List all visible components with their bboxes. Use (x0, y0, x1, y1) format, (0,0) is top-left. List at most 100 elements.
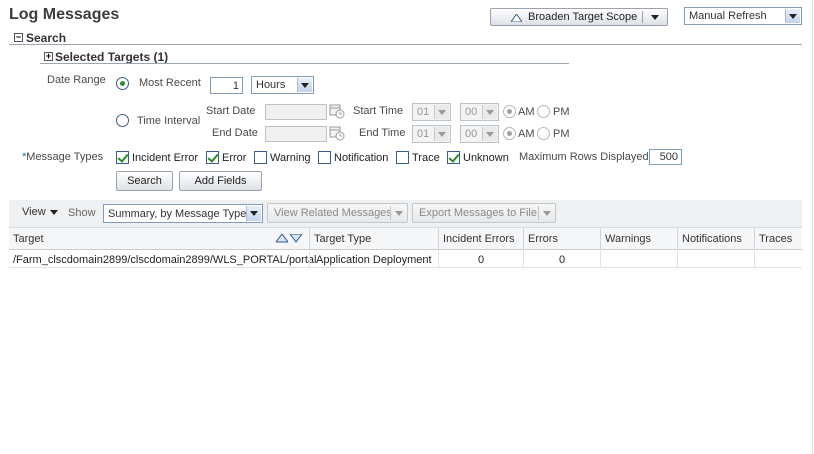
column-header-warnings[interactable]: Warnings (600, 228, 677, 250)
trace-label: Trace (412, 152, 440, 164)
max-rows-label: Maximum Rows Displayed (519, 151, 649, 163)
notification-label: Notification (334, 152, 389, 164)
chevron-down-icon (297, 78, 312, 92)
broaden-target-scope-button[interactable]: Broaden Target Scope (490, 8, 668, 26)
broaden-target-scope-label: Broaden Target Scope (528, 11, 638, 23)
start-hour-select[interactable]: 01 (412, 103, 451, 121)
start-pm-radio[interactable] (537, 105, 550, 118)
chevron-down-icon (482, 105, 497, 119)
cell-notifications (677, 251, 754, 268)
end-am-label: AM (518, 128, 535, 140)
triangle-up-icon (511, 14, 522, 22)
export-messages-label: Export Messages to File (419, 207, 537, 219)
date-range-label: Date Range (47, 74, 106, 86)
chevron-down-icon (49, 209, 58, 215)
incident-error-checkbox[interactable] (116, 151, 129, 164)
notification-checkbox[interactable] (318, 151, 331, 164)
start-am-label: AM (518, 106, 535, 118)
warning-label: Warning (270, 152, 311, 164)
cell-target-type: Application Deployment (309, 251, 438, 268)
end-hour-value: 01 (417, 128, 430, 140)
most-recent-label: Most Recent (139, 77, 201, 89)
calendar-clock-icon[interactable] (329, 125, 345, 141)
chevron-down-icon (434, 127, 449, 141)
start-minute-value: 00 (465, 106, 478, 118)
error-checkbox[interactable] (206, 151, 219, 164)
end-date-label: End Date (212, 127, 258, 139)
error-label: Error (222, 152, 247, 164)
refresh-select[interactable]: Manual Refresh (684, 7, 802, 25)
unknown-checkbox[interactable] (447, 151, 460, 164)
column-header-traces[interactable]: Traces (754, 228, 802, 250)
start-date-input[interactable] (265, 104, 327, 120)
page-title: Log Messages (9, 6, 120, 23)
chevron-down-icon (785, 9, 800, 23)
end-minute-select[interactable]: 00 (460, 125, 499, 143)
cell-incident-errors: 0 (438, 251, 523, 268)
end-pm-radio[interactable] (537, 127, 550, 140)
search-divider (9, 44, 802, 45)
selected-targets-divider (40, 63, 569, 64)
chevron-down-icon (434, 105, 449, 119)
max-rows-input[interactable]: 500 (649, 149, 682, 165)
end-am-radio[interactable] (503, 127, 516, 140)
start-hour-value: 01 (417, 106, 430, 118)
message-types-label: *Message Types (22, 151, 104, 163)
chevron-down-icon (543, 211, 551, 216)
column-header-target-type[interactable]: Target Type (309, 228, 438, 250)
chevron-down-icon (482, 127, 497, 141)
add-fields-button[interactable]: Add Fields (179, 171, 262, 191)
end-date-input[interactable] (265, 126, 327, 142)
start-minute-select[interactable]: 00 (460, 103, 499, 121)
view-menu[interactable]: View (22, 206, 58, 218)
broaden-menu-chevron-icon[interactable] (651, 15, 659, 20)
most-recent-unit-value: Hours (256, 79, 286, 91)
cell-errors: 0 (523, 251, 600, 268)
show-label: Show (68, 207, 96, 219)
view-menu-label: View (22, 206, 46, 218)
cell-warnings (600, 251, 677, 268)
incident-error-label: Incident Error (132, 152, 199, 164)
sort-desc-icon[interactable] (290, 234, 302, 243)
start-time-label: Start Time (353, 105, 404, 117)
cell-traces (754, 251, 802, 268)
export-messages-button[interactable]: Export Messages to File (412, 203, 556, 223)
column-header-incident-errors[interactable]: Incident Errors (438, 228, 523, 250)
end-pm-label: PM (553, 128, 570, 140)
most-recent-value-input[interactable]: 1 (210, 77, 243, 94)
end-minute-value: 00 (465, 128, 478, 140)
cell-target[interactable]: /Farm_clscdomain2899/clscdomain2899/WLS_… (9, 251, 316, 268)
results-table-header: Target Target Type Incident Errors Error… (9, 228, 802, 250)
show-select[interactable]: Summary, by Message Type (103, 204, 263, 223)
search-section-title: Search (26, 31, 67, 45)
column-header-target[interactable]: Target (9, 228, 309, 250)
refresh-select-value: Manual Refresh (689, 10, 767, 22)
unknown-label: Unknown (463, 152, 509, 164)
table-row[interactable]: /Farm_clscdomain2899/clscdomain2899/WLS_… (9, 251, 802, 268)
column-header-errors[interactable]: Errors (523, 228, 600, 250)
start-pm-label: PM (553, 106, 570, 118)
search-collapse-icon[interactable]: − (14, 33, 23, 42)
selected-targets-title[interactable]: Selected Targets (1) (55, 50, 168, 64)
chevron-down-icon (395, 211, 403, 216)
start-date-label: Start Date (206, 105, 256, 117)
view-related-messages-button[interactable]: View Related Messages (267, 203, 408, 223)
most-recent-radio[interactable] (116, 77, 129, 90)
chevron-down-icon (246, 206, 261, 221)
sort-asc-icon[interactable] (276, 234, 288, 243)
view-related-messages-label: View Related Messages (274, 207, 392, 219)
time-interval-radio[interactable] (116, 114, 129, 127)
content-right-edge (812, 0, 813, 454)
end-time-label: End Time (359, 127, 406, 139)
most-recent-unit-select[interactable]: Hours (251, 76, 314, 94)
selected-targets-expand-icon[interactable]: + (44, 52, 53, 61)
end-hour-select[interactable]: 01 (412, 125, 451, 143)
search-button[interactable]: Search (116, 171, 173, 191)
column-header-notifications[interactable]: Notifications (677, 228, 754, 250)
start-am-radio[interactable] (503, 105, 516, 118)
trace-checkbox[interactable] (396, 151, 409, 164)
show-select-value: Summary, by Message Type (108, 207, 247, 220)
warning-checkbox[interactable] (254, 151, 267, 164)
calendar-clock-icon[interactable] (329, 103, 345, 119)
time-interval-label: Time Interval (137, 115, 201, 127)
